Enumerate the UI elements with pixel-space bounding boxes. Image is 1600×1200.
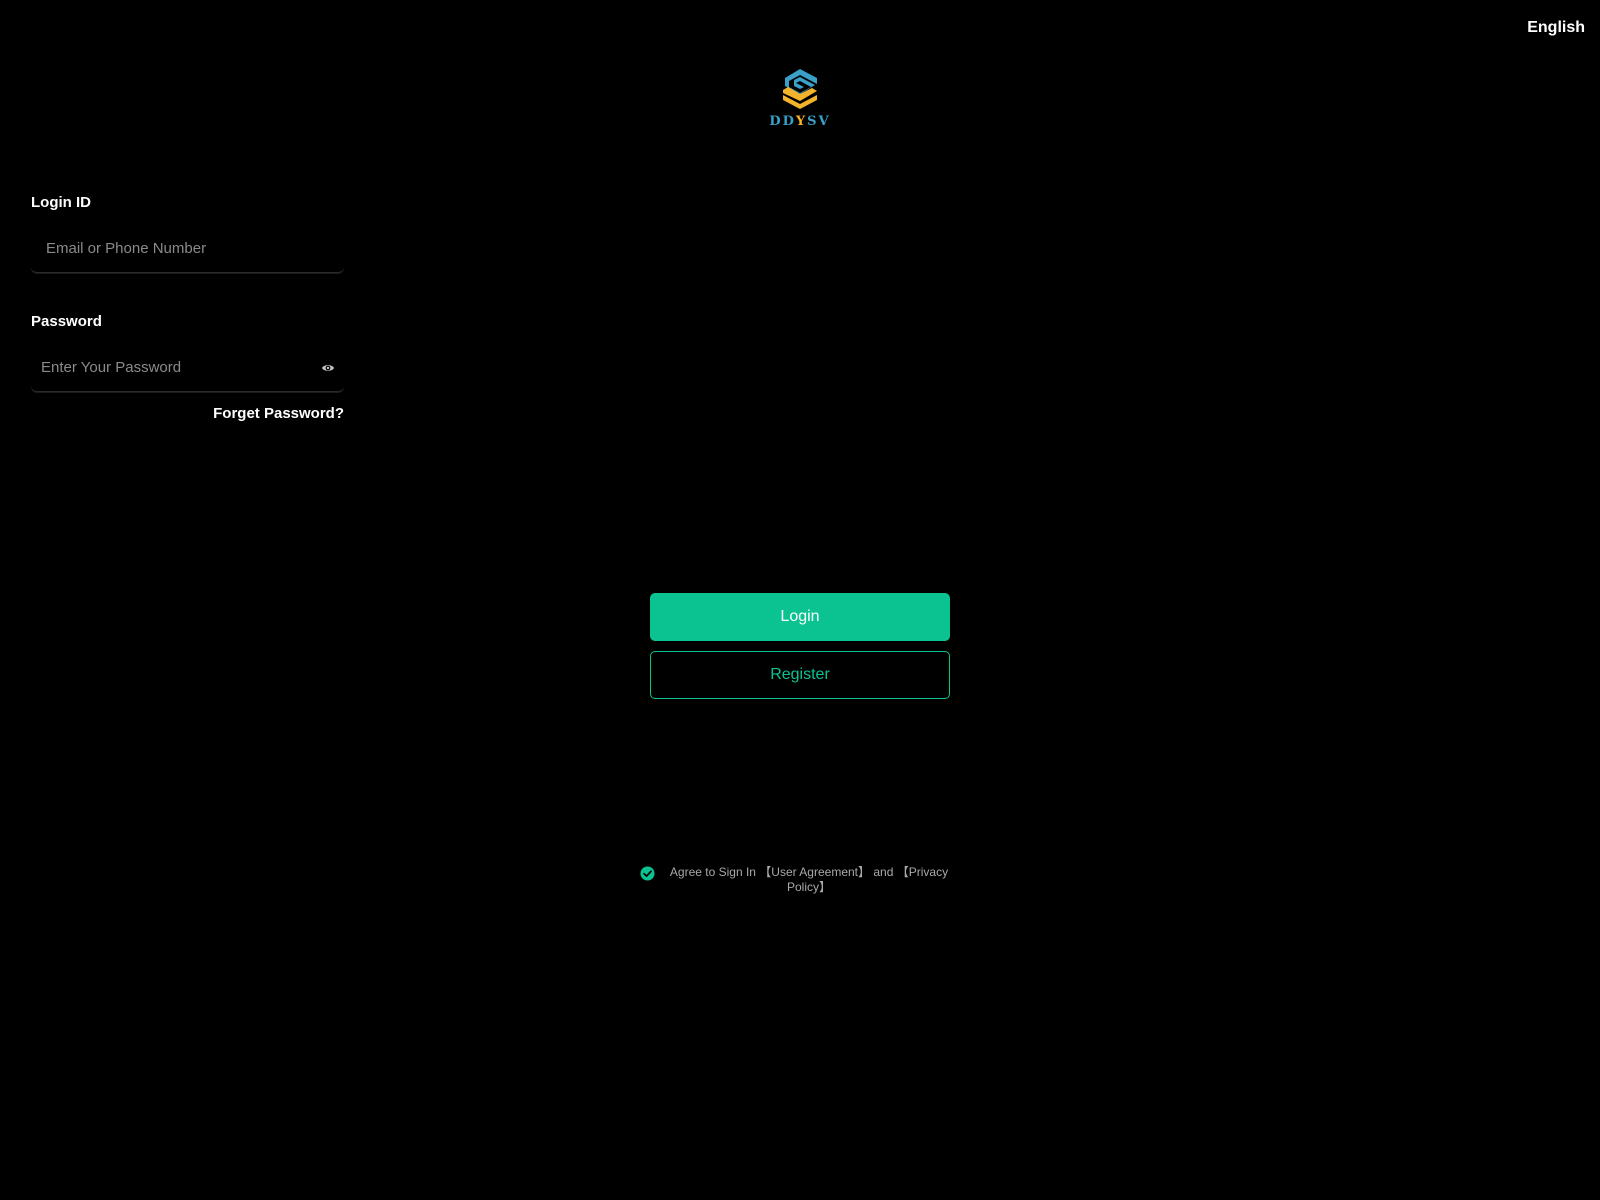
password-field-wrap (31, 344, 344, 392)
login-id-label: Login ID (31, 194, 91, 211)
login-id-field-wrap (31, 225, 344, 273)
agreement-text: Agree to Sign In 【User Agreement】 and 【P… (668, 865, 950, 895)
login-form: Login ID Password Forget Password? (31, 190, 344, 422)
logo-text-y: Y (795, 114, 808, 129)
login-id-input[interactable] (31, 225, 344, 272)
check-circle-icon[interactable] (640, 866, 655, 881)
agreement-and: and (873, 865, 894, 879)
register-button[interactable]: Register (650, 651, 950, 699)
ddysv-logo-icon (783, 69, 817, 109)
login-button[interactable]: Login (650, 593, 950, 641)
password-label: Password (31, 313, 102, 330)
password-input[interactable] (31, 344, 344, 391)
logo: DDYSV (767, 68, 833, 138)
login-page: English DDYSV Login ID Password Forget P… (0, 0, 1600, 1200)
agreement-prefix: Agree to Sign In (669, 865, 760, 879)
user-agreement-link[interactable]: 【User Agreement】 (759, 865, 870, 879)
logo-text-b: SV (807, 114, 831, 129)
logo-text-a: DD (769, 114, 796, 129)
language-selector[interactable]: English (1527, 17, 1585, 39)
eye-icon[interactable] (321, 361, 335, 375)
agreement-row: Agree to Sign In 【User Agreement】 and 【P… (640, 865, 950, 895)
forgot-password-link[interactable]: Forget Password? (31, 405, 344, 422)
logo-wordmark: DDYSV (769, 114, 830, 129)
